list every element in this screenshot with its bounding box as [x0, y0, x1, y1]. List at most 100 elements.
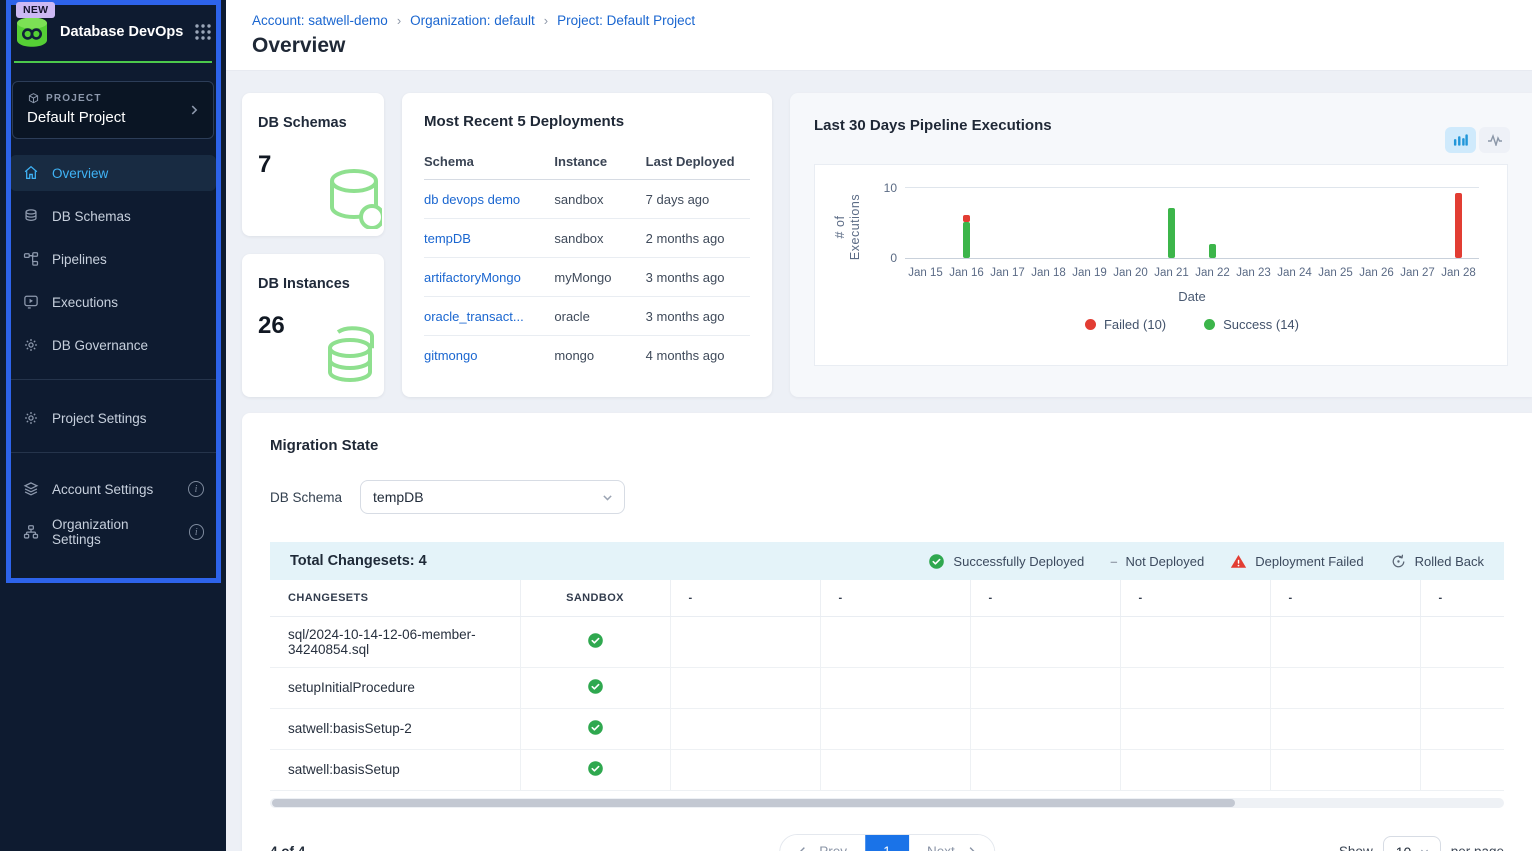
page-1-button[interactable]: 1 [865, 834, 909, 851]
project-cube-icon [27, 92, 40, 105]
topbar: Account: satwell-demo›Organization: defa… [226, 0, 1532, 71]
last-deployed-cell: 2 months ago [646, 219, 750, 258]
sidebar-item-label: DB Governance [52, 338, 148, 353]
success-check-icon [587, 760, 604, 777]
schema-link[interactable]: gitmongo [424, 348, 477, 363]
arrow-left-icon [798, 846, 812, 851]
instance-cell: sandbox [554, 180, 645, 219]
sidebar-item-db-governance[interactable]: DB Governance [10, 327, 216, 363]
changesets-column-header: CHANGESETS [270, 580, 520, 616]
sidebar-item-project-settings[interactable]: Project Settings [10, 400, 216, 436]
project-name: Default Project [27, 109, 199, 126]
horizontal-scrollbar[interactable] [270, 798, 1504, 808]
last-deployed-cell: 3 months ago [646, 258, 750, 297]
breadcrumb: Account: satwell-demo›Organization: defa… [252, 13, 1532, 28]
main-content: Account: satwell-demo›Organization: defa… [226, 0, 1532, 851]
prev-page-button[interactable]: Prev [780, 834, 865, 851]
empty-status-cell [1270, 667, 1420, 708]
x-tick-label: Jan 22 [1195, 267, 1230, 279]
sidebar-item-overview[interactable]: Overview [10, 155, 216, 191]
db-instances-card: DB Instances 26 [242, 254, 384, 397]
info-icon[interactable]: i [188, 481, 204, 497]
sidebar-nav-secondary: Project Settings [10, 400, 216, 436]
changesets-table-wrap: CHANGESETSSANDBOX------ sql/2024-10-14-1… [270, 580, 1504, 791]
deployments-column-header: Instance [554, 144, 645, 180]
instance-cell: sandbox [554, 219, 645, 258]
line-chart-toggle-icon[interactable] [1479, 127, 1510, 153]
sidebar-item-account-settings[interactable]: Account Settings i [10, 471, 216, 507]
db-schema-label: DB Schema [270, 490, 342, 505]
sidebar-item-label: Organization Settings [52, 517, 177, 547]
migration-state-panel: Migration State DB Schema tempDB Total C… [242, 413, 1532, 851]
schema-link[interactable]: tempDB [424, 231, 471, 246]
legend-item: Failed (10) [1085, 317, 1166, 332]
empty-status-cell [1270, 616, 1420, 667]
bar-success-jan-16 [963, 222, 970, 258]
brand-divider [14, 61, 212, 63]
breadcrumb-link-2[interactable]: Project: Default Project [557, 13, 695, 28]
sidebar-item-organization-settings[interactable]: Organization Settings i [10, 514, 216, 550]
empty-status-cell [820, 708, 970, 749]
instance-cell: mongo [554, 336, 645, 375]
breadcrumb-link-1[interactable]: Organization: default [410, 13, 535, 28]
x-tick-label: Jan 16 [949, 267, 984, 279]
legend-dot-icon [1085, 319, 1096, 330]
bar-chart-toggle-icon[interactable] [1445, 127, 1476, 153]
apps-grid-icon[interactable] [194, 23, 212, 41]
empty-status-cell [820, 749, 970, 790]
sidebar-item-label: Overview [52, 166, 108, 181]
chart-type-toggle [1445, 127, 1510, 153]
gear-icon [22, 336, 40, 354]
changeset-name-cell: satwell:basisSetup [270, 749, 520, 790]
sidebar-item-label: Account Settings [52, 482, 153, 497]
pagination: 4 of 4 Prev 1 Next Show 10 [270, 836, 1504, 851]
sidebar-item-pipelines[interactable]: Pipelines [10, 241, 216, 277]
x-tick-label: Jan 17 [990, 267, 1025, 279]
chevron-down-icon [1419, 846, 1430, 851]
db-schema-select-value: tempDB [373, 489, 424, 505]
page-size-select[interactable]: 10 [1383, 836, 1441, 851]
show-label: Show [1339, 844, 1373, 851]
sidebar-item-db-schemas[interactable]: DB Schemas [10, 198, 216, 234]
scrollbar-thumb[interactable] [272, 799, 1235, 807]
pipeline-executions-card: Last 30 Days Pipeline Executions # ofExe… [790, 93, 1532, 397]
arrow-right-icon [962, 846, 976, 851]
empty-status-cell [1270, 749, 1420, 790]
stats-column: DB Schemas 7 DB Instances 26 [242, 93, 384, 397]
breadcrumb-link-0[interactable]: Account: satwell-demo [252, 13, 388, 28]
project-selector[interactable]: PROJECT Default Project [12, 81, 214, 139]
changesets-column-header: SANDBOX [520, 580, 670, 616]
stat-title: DB Instances [258, 276, 368, 292]
home-icon [22, 164, 40, 182]
empty-status-cell [670, 667, 820, 708]
org-icon [22, 523, 40, 541]
chart-x-ticks: Jan 15Jan 16Jan 17Jan 18Jan 19Jan 20Jan … [905, 267, 1479, 283]
overview-cards-row: DB Schemas 7 DB Instances 26 [226, 71, 1532, 397]
app-title: Database DevOps [60, 24, 194, 40]
page-size-control: Show 10 per page [1339, 836, 1504, 851]
next-page-button[interactable]: Next [909, 834, 994, 851]
changeset-row: satwell:basisSetup [270, 749, 1504, 790]
status-legend-item: –Not Deployed [1110, 554, 1204, 569]
empty-status-cell [1420, 749, 1504, 790]
sandbox-status-cell [520, 749, 670, 790]
chart-bars: 10 0 [905, 187, 1479, 259]
sidebar-item-executions[interactable]: Executions [10, 284, 216, 320]
schema-link[interactable]: artifactoryMongo [424, 270, 521, 285]
bar-failed-jan-16 [963, 215, 970, 222]
instance-cell: oracle [554, 297, 645, 336]
chart-plot-area: # ofExecutions 10 0 Jan 15Jan 16Jan 17Ja… [814, 164, 1508, 366]
changeset-row: setupInitialProcedure [270, 667, 1504, 708]
chart-x-axis-label: Date [905, 289, 1479, 304]
schema-link[interactable]: oracle_transact... [424, 309, 524, 324]
empty-status-cell [970, 616, 1120, 667]
chevron-down-icon [601, 491, 614, 504]
db-schema-select[interactable]: tempDB [360, 480, 625, 514]
schema-link[interactable]: db devops demo [424, 192, 520, 207]
empty-status-cell [970, 749, 1120, 790]
info-icon[interactable]: i [189, 524, 205, 540]
changesets-column-header: - [970, 580, 1120, 616]
row-count: 4 of 4 [270, 844, 305, 851]
status-legend-item: Rolled Back [1390, 553, 1484, 570]
success-check-icon [587, 719, 604, 736]
